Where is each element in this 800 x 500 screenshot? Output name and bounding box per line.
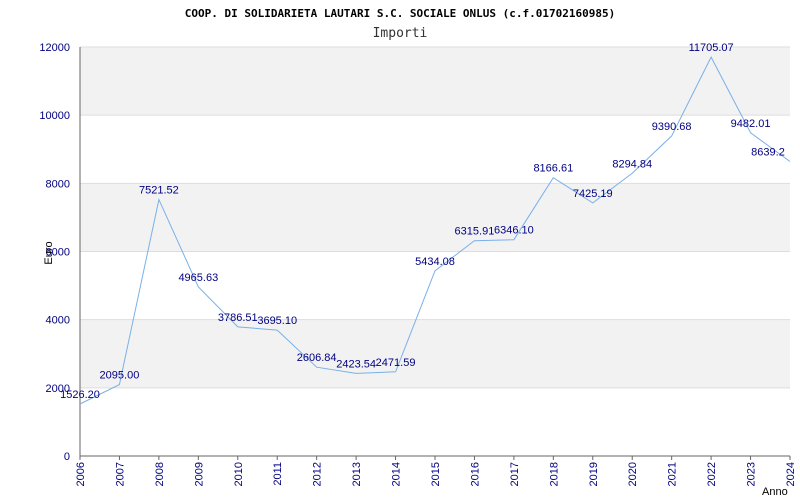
line-chart: COOP. DI SOLIDARIETA LAUTARI S.C. SOCIAL… <box>39 7 797 498</box>
data-label: 3695.10 <box>257 315 297 327</box>
y-tick-label: 12000 <box>39 42 70 54</box>
data-label: 5434.08 <box>415 256 455 268</box>
y-tick-label: 8000 <box>46 178 70 190</box>
data-label: 2471.59 <box>376 357 416 369</box>
data-label: 8166.61 <box>533 163 573 175</box>
grid-band <box>80 183 790 252</box>
x-tick-label: 2021 <box>667 462 679 486</box>
data-label: 6346.10 <box>494 225 534 237</box>
x-tick-label: 2015 <box>430 462 442 486</box>
x-tick-label: 2006 <box>75 462 87 486</box>
chart-title: COOP. DI SOLIDARIETA LAUTARI S.C. SOCIAL… <box>185 7 615 20</box>
data-label: 7521.52 <box>139 185 179 197</box>
data-label: 8294.84 <box>612 158 652 170</box>
x-tick-label: 2010 <box>233 462 245 486</box>
grid-band <box>80 47 790 116</box>
x-tick-label: 2012 <box>312 462 324 486</box>
data-label: 8639.2 <box>751 147 785 159</box>
data-label: 2423.54 <box>336 358 376 370</box>
x-tick-label: 2023 <box>746 462 758 486</box>
y-tick-label: 4000 <box>46 315 70 327</box>
data-label: 1526.20 <box>60 389 100 401</box>
data-label: 4965.63 <box>178 272 218 284</box>
x-tick-label: 2013 <box>351 462 363 486</box>
x-tick-label: 2011 <box>272 462 284 486</box>
data-label: 9482.01 <box>731 118 771 130</box>
x-tick-label: 2024 <box>785 462 797 486</box>
x-axis-ticks: 2006 2007 2008 2009 2010 2011 2012 2013 2014 2015… <box>75 456 797 486</box>
data-label: 3786.51 <box>218 312 258 324</box>
x-axis-label: Anno <box>762 486 788 498</box>
grid-band <box>80 319 790 388</box>
data-label: 7425.19 <box>573 188 613 200</box>
grid-bands <box>80 47 790 388</box>
y-tick-label: 10000 <box>39 110 70 122</box>
x-tick-label: 2007 <box>114 462 126 486</box>
x-tick-label: 2009 <box>193 462 205 486</box>
x-tick-label: 2019 <box>588 462 600 486</box>
data-label: 2606.84 <box>297 352 337 364</box>
x-tick-label: 2018 <box>548 462 560 486</box>
x-tick-label: 2022 <box>706 462 718 486</box>
chart-subtitle: Importi <box>373 26 428 41</box>
x-tick-label: 2017 <box>509 462 521 486</box>
y-tick-label: 0 <box>64 451 70 463</box>
data-label: 11705.07 <box>689 42 734 54</box>
x-tick-label: 2020 <box>627 462 639 486</box>
x-tick-label: 2014 <box>391 462 403 486</box>
data-label: 2095.00 <box>100 370 140 382</box>
data-label: 9390.68 <box>652 121 692 133</box>
y-axis-label: Euro <box>43 241 55 264</box>
x-tick-label: 2016 <box>469 462 481 486</box>
x-tick-label: 2008 <box>154 462 166 486</box>
data-label: 6315.91 <box>455 226 495 238</box>
